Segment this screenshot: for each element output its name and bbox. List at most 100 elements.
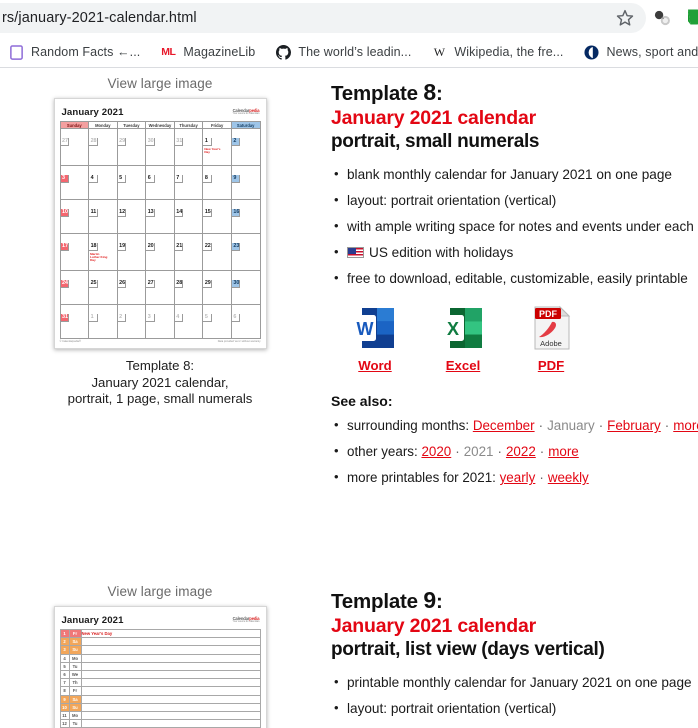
link-more-months[interactable]: more bbox=[673, 418, 698, 433]
link-more-years[interactable]: more bbox=[548, 444, 579, 459]
svg-text:X: X bbox=[447, 319, 459, 339]
svg-text:PDF: PDF bbox=[539, 309, 558, 319]
bookmark-label: Wikipedia, the fre... bbox=[454, 45, 564, 59]
calendar-day-cell: 6 bbox=[145, 165, 175, 200]
bookmark-wikipedia[interactable]: W Wikipedia, the fre... bbox=[423, 39, 571, 65]
list-day-note bbox=[80, 678, 261, 688]
list-day-weekday: Tu bbox=[68, 719, 82, 728]
calendar-week-row: 10 11 12 13 14 15 16 bbox=[59, 199, 261, 234]
bookmarks-bar: Random Facts ←... ML MagazineLib The wor… bbox=[0, 36, 698, 68]
bookmark-magazinelib[interactable]: ML MagazineLib bbox=[152, 39, 263, 65]
heading-colon: : bbox=[435, 82, 443, 105]
download-word[interactable]: W Word bbox=[331, 303, 419, 375]
list-day-number: 1 bbox=[59, 628, 70, 639]
list-day-note bbox=[80, 653, 261, 663]
list-day-row: 1 Fr New Year's Day bbox=[59, 628, 261, 639]
list-day-row: 6 We bbox=[59, 669, 261, 680]
calendar-day-cell: 27 bbox=[145, 270, 175, 305]
bookmark-random-facts[interactable]: Random Facts ←... bbox=[0, 39, 148, 65]
bookmark-github[interactable]: The world’s leadin... bbox=[267, 39, 419, 65]
extension-icon-molecule[interactable] bbox=[652, 8, 672, 28]
see-also-list: surrounding months: December·January·Feb… bbox=[331, 416, 698, 486]
view-large-image-link[interactable]: View large image bbox=[0, 76, 320, 98]
link-february[interactable]: February bbox=[607, 418, 661, 433]
link-2020[interactable]: 2020 bbox=[421, 444, 451, 459]
calendar-day-cell: 7 bbox=[173, 165, 204, 200]
address-bar[interactable]: rs/january-2021-calendar.html bbox=[0, 3, 646, 33]
list-day-row: 7 Th bbox=[59, 678, 261, 688]
mini-list-body: 1 Fr New Year's Day 2 Sa 3 Su 4 Mo 5 Tu 6 We 7 Th 8 Fr 9 S… bbox=[59, 628, 261, 728]
calendar-day-number: 23 bbox=[231, 243, 241, 251]
template-8-thumbnail-column: View large image January 2021 Calendarpe… bbox=[0, 76, 320, 408]
calendar-day-number: 7 bbox=[174, 175, 184, 183]
excel-label[interactable]: Excel bbox=[446, 358, 480, 373]
calendar-day-cell: 2 bbox=[116, 304, 147, 339]
list-day-weekday: Th bbox=[68, 678, 82, 688]
calendar-day-number: 28 bbox=[89, 138, 98, 146]
word-label[interactable]: Word bbox=[358, 358, 391, 373]
footer-copyright: © Calendarpedia® bbox=[59, 340, 81, 343]
bookmark-label: News, sport and o... bbox=[606, 45, 698, 59]
calendar-day-number: 2 bbox=[117, 314, 127, 322]
list-day-row: 2 Sa bbox=[59, 637, 261, 647]
calendar-day-cell: 24 bbox=[59, 270, 90, 305]
list-day-row: 10 Su bbox=[59, 702, 261, 712]
link-december[interactable]: December bbox=[473, 418, 535, 433]
template-9-description-column: Template 9: January 2021 calendar portra… bbox=[331, 588, 698, 726]
calendar-day-cell: 30 bbox=[145, 128, 175, 166]
calendar-day-cell: 9 bbox=[230, 165, 261, 200]
list-day-weekday: Mo bbox=[68, 653, 82, 663]
calendarpedia-logo: Calendarpedia Your source for calendars bbox=[233, 107, 260, 115]
feature-text: blank monthly calendar for January 2021 … bbox=[347, 167, 672, 182]
list-day-number: 8 bbox=[59, 686, 70, 696]
excel-icon: X bbox=[438, 303, 488, 353]
list-day-note bbox=[80, 710, 261, 721]
link-2022[interactable]: 2022 bbox=[506, 444, 536, 459]
calendar-day-number: 30 bbox=[231, 280, 241, 288]
template-9-calendar-thumbnail[interactable]: January 2021 Calendarpedia Your source f… bbox=[53, 606, 267, 728]
calendar-week-row: 31 1 2 3 4 5 6 bbox=[59, 304, 261, 339]
template-9-thumbnail-column: View large image January 2021 Calendarpe… bbox=[0, 584, 320, 728]
list-day-weekday: Tu bbox=[68, 661, 82, 671]
pdf-label[interactable]: PDF bbox=[538, 358, 564, 373]
calendar-day-cell: 17 bbox=[59, 233, 90, 271]
list-day-row: 3 Su bbox=[59, 645, 261, 655]
star-icon[interactable] bbox=[615, 8, 635, 28]
list-day-number: 11 bbox=[59, 710, 70, 721]
list-day-number: 7 bbox=[59, 678, 70, 688]
heading-prefix: Template bbox=[331, 82, 424, 105]
see-also-prefix: more printables for 2021: bbox=[347, 470, 496, 485]
download-excel[interactable]: X Excel bbox=[419, 303, 507, 375]
weekday-header-cell: Friday bbox=[202, 121, 232, 129]
link-weekly[interactable]: weekly bbox=[548, 470, 589, 485]
wikipedia-favicon-icon: W bbox=[433, 44, 446, 59]
view-large-image-link[interactable]: View large image bbox=[0, 584, 320, 606]
calendar-day-cell: 6 bbox=[230, 304, 261, 339]
list-day-weekday: Mo bbox=[68, 710, 82, 721]
logo-tagline: Your source for calendars bbox=[232, 112, 260, 116]
list-day-number: 12 bbox=[59, 719, 70, 728]
template-8-calendar-thumbnail[interactable]: January 2021 Calendarpedia Your source f… bbox=[53, 98, 267, 349]
see-also-prefix: other years: bbox=[347, 444, 418, 459]
feature-text: printable monthly calendar for January 2… bbox=[347, 675, 692, 690]
bookmark-label: MagazineLib bbox=[183, 45, 256, 59]
separator: · bbox=[455, 444, 460, 459]
link-yearly[interactable]: yearly bbox=[500, 470, 536, 485]
mini-calendar-body: 27 28 29 30 31 1New Year's Day 2 3 4 5 6 7 8 9 10 11 12 1… bbox=[59, 128, 261, 339]
weekday-header-cell: Monday bbox=[88, 121, 118, 129]
extension-icon-green[interactable] bbox=[683, 7, 698, 27]
mini-calendar-title: January 2021 bbox=[61, 107, 124, 118]
template-9-heading: Template 9: bbox=[331, 588, 698, 614]
calendar-day-cell: 15 bbox=[202, 199, 232, 234]
calendar-day-cell: 23 bbox=[230, 233, 261, 271]
see-also-prefix: surrounding months: bbox=[347, 418, 470, 433]
list-day-number: 9 bbox=[59, 694, 70, 704]
bookmark-guardian[interactable]: News, sport and o... bbox=[576, 39, 698, 65]
template-8-heading: Template 8: bbox=[331, 80, 698, 106]
template-9-heading-sub: portrait, list view (days vertical) bbox=[331, 639, 605, 660]
browser-chrome: rs/january-2021-calendar.html Random Fac… bbox=[0, 0, 698, 68]
list-day-number: 10 bbox=[59, 702, 70, 712]
download-pdf[interactable]: PDF Adobe PDF bbox=[507, 303, 595, 375]
feature-item: free to download, editable, customizable… bbox=[334, 269, 698, 287]
see-also-item-years: other years: 2020·2021·2022·more bbox=[334, 442, 698, 460]
